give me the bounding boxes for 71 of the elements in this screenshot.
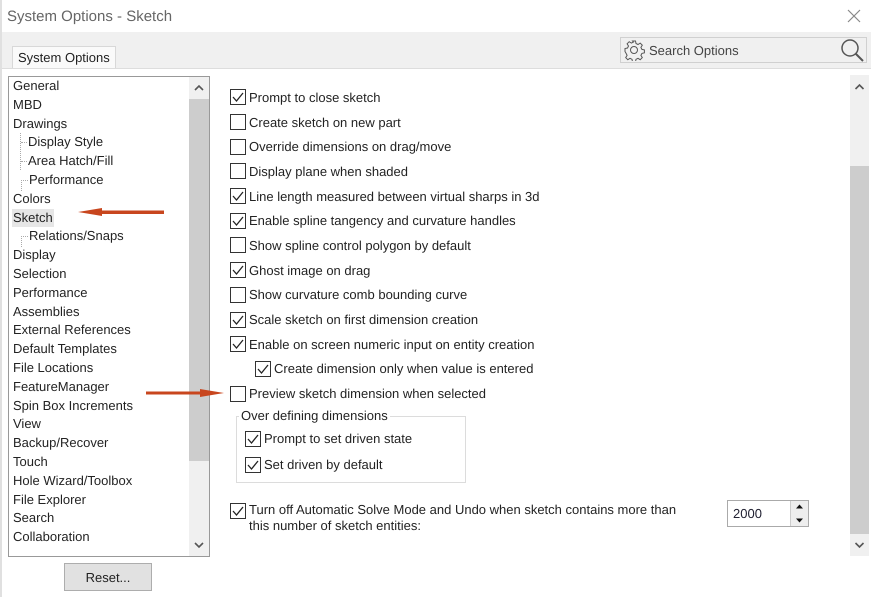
category-item[interactable]: Spin Box Increments <box>12 396 134 416</box>
option-label: Show curvature comb bounding curve <box>249 287 468 302</box>
checkbox[interactable] <box>230 386 246 402</box>
category-item[interactable]: Touch <box>12 452 49 472</box>
checkbox[interactable] <box>230 138 246 155</box>
option-label: Line length measured between virtual sharps in 3d <box>249 188 540 204</box>
option-label: Create sketch on new part <box>249 114 401 130</box>
close-icon[interactable] <box>847 9 861 23</box>
category-item[interactable]: Collaboration <box>12 528 91 547</box>
checkbox[interactable] <box>230 262 246 278</box>
category-item[interactable]: MBD <box>12 96 43 115</box>
category-item[interactable]: Performance <box>28 170 104 190</box>
category-item[interactable]: Hole Wizard/Toolbox <box>12 472 134 491</box>
scrollbar[interactable] <box>850 75 869 556</box>
checkbox[interactable] <box>255 360 271 377</box>
scroll-thumb[interactable] <box>850 166 869 534</box>
search-icon[interactable] <box>840 38 864 62</box>
checkbox[interactable] <box>230 89 246 106</box>
tab[interactable]: System Options <box>12 46 116 68</box>
option-label: Override dimensions on drag/move <box>249 139 452 154</box>
category-item[interactable]: Selection <box>12 264 68 284</box>
option-label: Set driven by default <box>264 457 383 472</box>
category-item[interactable]: Relations/Snaps <box>28 227 125 246</box>
option-label: Ghost image on drag <box>249 262 370 278</box>
reset-button[interactable]: Reset... <box>64 563 152 591</box>
checkbox[interactable] <box>230 237 246 254</box>
option-label: Enable on screen numeric input on entity creation <box>249 336 534 352</box>
checkbox[interactable] <box>230 312 246 328</box>
category-item[interactable]: Performance <box>12 284 88 303</box>
category-item[interactable]: Search <box>12 509 56 528</box>
checkbox[interactable] <box>230 212 246 229</box>
group-title: Over defining dimensions <box>239 408 390 423</box>
option-label: Preview sketch dimension when selected <box>249 386 486 402</box>
scroll-thumb[interactable] <box>189 99 209 461</box>
category-item[interactable]: File Locations <box>12 358 94 378</box>
option-label: Prompt to set driven state <box>264 431 412 446</box>
category-item[interactable]: Assemblies <box>12 302 80 322</box>
option-label: Scale sketch on first dimension creation <box>249 312 478 328</box>
checkbox[interactable] <box>230 114 246 130</box>
category-item[interactable]: Default Templates <box>12 340 118 359</box>
checkbox[interactable] <box>230 336 246 352</box>
category-item[interactable]: Drawings <box>12 114 68 134</box>
category-item[interactable]: Sketch <box>12 208 54 228</box>
gear-icon <box>623 39 645 61</box>
category-item[interactable]: File Explorer <box>12 490 87 510</box>
window-title: System Options - Sketch <box>7 8 172 24</box>
category-item[interactable]: External References <box>12 321 132 340</box>
option-label: Enable spline tangency and curvature handles <box>249 213 516 228</box>
category-item[interactable]: FeatureManager <box>12 378 110 397</box>
checkbox[interactable] <box>245 456 261 473</box>
search-field[interactable]: Search Options <box>620 37 867 63</box>
number-field[interactable]: 2000 <box>727 500 809 527</box>
option-label: Display plane when shaded <box>249 164 408 179</box>
option-label: Create dimension only when value is entered <box>274 361 534 376</box>
checkbox[interactable] <box>230 502 246 519</box>
category-item[interactable]: Display Style <box>27 133 104 152</box>
category-item[interactable]: Colors <box>12 190 52 209</box>
checkbox[interactable] <box>230 188 246 204</box>
category-item[interactable]: General <box>12 77 60 96</box>
scrollbar[interactable] <box>189 77 209 556</box>
category-item[interactable]: Display <box>12 246 57 265</box>
category-item[interactable]: Backup/Recover <box>12 434 110 453</box>
checkbox[interactable] <box>230 163 246 180</box>
checkbox[interactable] <box>230 286 246 303</box>
option-label: Prompt to close sketch <box>249 90 380 105</box>
option-label: Show spline control polygon by default <box>249 238 471 253</box>
option-label: Turn off Automatic Solve Mode and Undo when sketch contains more than this number of sketch entities: <box>249 502 678 534</box>
category-item[interactable]: View <box>12 415 42 434</box>
checkbox[interactable] <box>245 430 261 447</box>
search-input[interactable]: Search Options <box>647 42 838 58</box>
category-item[interactable]: Area Hatch/Fill <box>27 152 114 171</box>
